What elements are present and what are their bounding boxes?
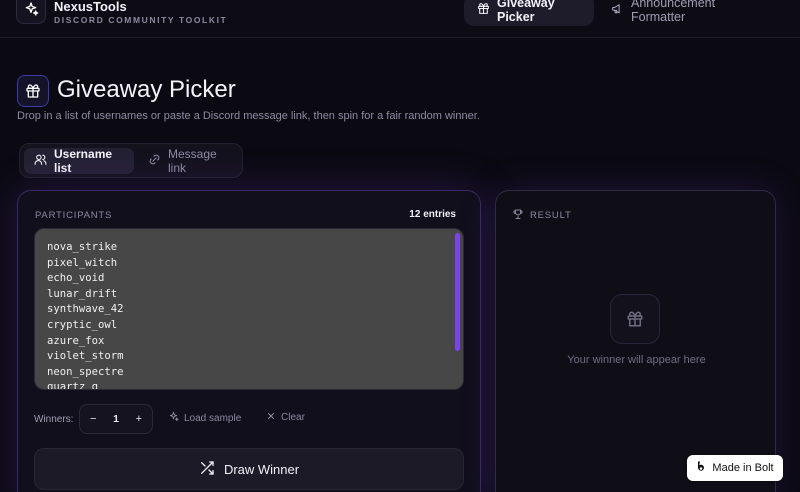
sparkles-icon xyxy=(16,0,46,24)
result-label: RESULT xyxy=(530,210,572,221)
winner-controls: Winners: − 1 + Load sample Clear xyxy=(34,404,464,434)
participants-panel: PARTICIPANTS 12 entries nova_strike pixe… xyxy=(17,190,481,492)
input-mode-tabs: Username list Message link xyxy=(19,143,243,178)
nav-tab-announcement-formatter[interactable]: Announcement Formatter xyxy=(598,0,780,26)
list-item: synthwave_42 xyxy=(47,303,124,316)
winners-stepper: − 1 + xyxy=(79,404,153,434)
result-empty-message: Your winner will appear here xyxy=(567,354,706,366)
trophy-icon xyxy=(512,208,524,223)
shuffle-icon xyxy=(199,460,215,479)
gift-icon xyxy=(610,294,660,344)
list-item: azure_fox xyxy=(47,334,105,347)
winners-value[interactable]: 1 xyxy=(113,413,119,425)
list-item: cryptic_owl xyxy=(47,318,118,331)
load-sample-label: Load sample xyxy=(184,412,242,424)
page-title: Giveaway Picker xyxy=(57,76,236,103)
tab-label: Message link xyxy=(168,147,217,175)
entries-count: 12 entries xyxy=(409,209,456,220)
load-sample-button[interactable]: Load sample xyxy=(168,411,241,425)
list-item: violet_storm xyxy=(47,350,124,363)
list-item: quartz_q xyxy=(47,381,99,390)
badge-label: Made in Bolt xyxy=(712,462,774,474)
sparkles-icon xyxy=(168,411,179,425)
participants-list: nova_strike pixel_witch echo_void lunar_… xyxy=(47,240,124,390)
result-panel: RESULT Your winner will appear here xyxy=(495,190,776,492)
tab-message-link[interactable]: Message link xyxy=(138,147,242,175)
tab-username-list[interactable]: Username list xyxy=(24,147,134,175)
clear-label: Clear xyxy=(281,412,305,423)
participants-textarea[interactable]: nova_strike pixel_witch echo_void lunar_… xyxy=(34,228,464,390)
list-item: echo_void xyxy=(47,272,105,285)
brand-subtitle: DISCORD COMMUNITY TOOLKIT xyxy=(54,15,228,25)
decrement-button[interactable]: − xyxy=(90,413,96,425)
list-item: pixel_witch xyxy=(47,256,118,269)
participants-label: PARTICIPANTS xyxy=(35,210,113,221)
megaphone-icon xyxy=(611,2,624,18)
nav-tab-label: Announcement Formatter xyxy=(631,0,716,24)
nav-tab-giveaway-picker[interactable]: Giveaway Picker xyxy=(464,0,594,26)
list-item: neon_spectre xyxy=(47,365,124,378)
winners-label: Winners: xyxy=(34,414,74,425)
made-in-bolt-badge[interactable]: Made in Bolt xyxy=(687,455,783,481)
clear-button[interactable]: Clear xyxy=(266,411,305,424)
scrollbar-thumb[interactable] xyxy=(455,233,460,351)
result-heading: RESULT xyxy=(512,208,572,223)
draw-winner-label: Draw Winner xyxy=(223,461,300,477)
brand-name: NexusTools xyxy=(54,0,127,14)
page-subtitle: Drop in a list of usernames or paste a D… xyxy=(17,110,480,122)
link-icon xyxy=(148,153,161,169)
bolt-logo-icon xyxy=(696,461,706,476)
increment-button[interactable]: + xyxy=(136,413,142,425)
nav-tab-label: Giveaway Picker xyxy=(497,0,555,24)
close-icon xyxy=(266,411,276,424)
tab-label: Username list xyxy=(54,147,113,175)
list-item: lunar_drift xyxy=(47,287,118,300)
gift-icon xyxy=(17,75,49,107)
top-bar: NexusTools DISCORD COMMUNITY TOOLKIT Giv… xyxy=(0,0,800,38)
users-icon xyxy=(34,153,47,169)
list-item: nova_strike xyxy=(47,241,118,253)
draw-winner-button[interactable]: Draw Winner xyxy=(34,448,464,490)
gift-icon xyxy=(477,2,490,18)
